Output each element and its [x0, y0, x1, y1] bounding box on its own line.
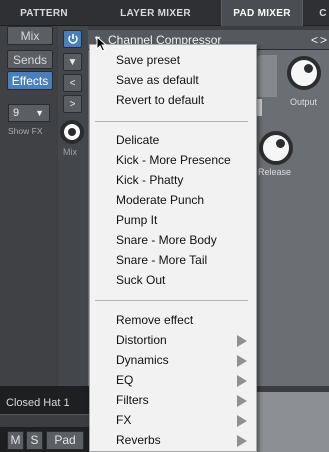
menu-separator: [95, 300, 248, 301]
tab-pattern[interactable]: PATTERN: [4, 0, 84, 26]
channel-level-bar: [0, 414, 90, 427]
submenu-arrow-icon: [237, 355, 247, 367]
submenu-arrow-icon: [237, 435, 247, 447]
next-effect-button[interactable]: >: [320, 33, 327, 47]
menu-item-eq[interactable]: EQ: [116, 373, 133, 387]
chevron-down-icon: ▼: [35, 108, 44, 118]
move-right-button[interactable]: >: [63, 95, 82, 113]
menu-item-dynamics[interactable]: Dynamics: [116, 353, 169, 367]
sends-button[interactable]: Sends: [7, 50, 53, 69]
menu-item-filters[interactable]: Filters: [116, 393, 149, 407]
menu-item-preset-snare-more-tail[interactable]: Snare - More Tail: [116, 253, 207, 267]
mix-label: Mix: [63, 147, 77, 157]
menu-item-preset-moderate-punch[interactable]: Moderate Punch: [116, 193, 204, 207]
mouse-cursor-icon: [96, 36, 108, 52]
menu-item-revert-to-default[interactable]: Revert to default: [116, 93, 204, 107]
tab-partial[interactable]: C: [317, 0, 329, 26]
fx-count-select[interactable]: 9 ▼: [8, 104, 50, 122]
submenu-arrow-icon: [237, 375, 247, 387]
solo-button[interactable]: S: [26, 431, 43, 450]
effect-panel-tab: [257, 55, 277, 97]
move-down-button[interactable]: ▼: [63, 53, 82, 71]
release-knob[interactable]: [259, 131, 293, 165]
menu-separator: [95, 121, 248, 122]
menu-item-preset-kick-more-presence[interactable]: Kick - More Presence: [116, 153, 231, 167]
submenu-arrow-icon: [237, 415, 247, 427]
output-knob[interactable]: [287, 56, 321, 90]
menu-item-save-preset[interactable]: Save preset: [116, 53, 180, 67]
show-fx-label: Show FX: [8, 126, 43, 136]
menu-item-preset-kick-phatty[interactable]: Kick - Phatty: [116, 173, 183, 187]
menu-item-preset-snare-more-body[interactable]: Snare - More Body: [116, 233, 217, 247]
power-icon: [67, 34, 78, 44]
channel-name: Closed Hat 1: [6, 397, 70, 409]
submenu-arrow-icon: [237, 395, 247, 407]
mute-button[interactable]: M: [7, 431, 24, 450]
power-button[interactable]: [63, 30, 82, 48]
fx-count-value: 9: [13, 107, 20, 119]
menu-item-preset-delicate[interactable]: Delicate: [116, 133, 159, 147]
output-label: Output: [290, 97, 318, 107]
pad-button[interactable]: Pad: [46, 431, 84, 450]
submenu-arrow-icon: [237, 335, 247, 347]
menu-item-reverbs[interactable]: Reverbs: [116, 433, 161, 447]
menu-item-fx[interactable]: FX: [116, 413, 131, 427]
menu-item-preset-suck-out[interactable]: Suck Out: [116, 273, 165, 287]
mix-button[interactable]: Mix: [7, 26, 53, 45]
menu-item-distortion[interactable]: Distortion: [116, 333, 167, 347]
release-label: Release: [258, 167, 292, 177]
effects-button[interactable]: Effects: [7, 71, 53, 90]
tab-layer-mixer[interactable]: LAYER MIXER: [108, 0, 203, 26]
move-left-button[interactable]: <: [63, 74, 82, 92]
prev-effect-button[interactable]: <: [311, 33, 318, 47]
menu-item-preset-pump-it[interactable]: Pump It: [116, 213, 157, 227]
mix-knob[interactable]: [60, 120, 84, 144]
menu-item-save-as-default[interactable]: Save as default: [116, 73, 199, 87]
tab-pad-mixer[interactable]: PAD MIXER: [221, 0, 303, 26]
bottom-right-panel: [256, 392, 329, 452]
menu-item-remove-effect[interactable]: Remove effect: [116, 313, 193, 327]
